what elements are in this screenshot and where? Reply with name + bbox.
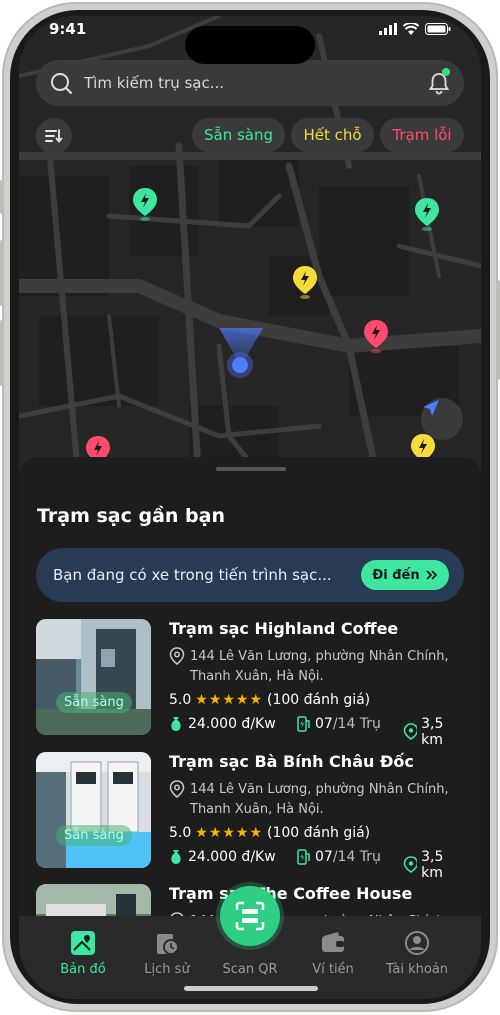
search-bar[interactable]: Tìm kiếm trụ sạc...	[36, 60, 464, 106]
price-value: 24.000 đ/Kw	[188, 716, 276, 732]
search-icon	[51, 73, 72, 94]
station-rating: 5.0 ★★★★★ (100 đánh giá)	[169, 825, 370, 841]
station-name: Trạm sạc The Coffee House	[169, 884, 413, 903]
sort-button[interactable]	[36, 118, 72, 154]
locate-me-button[interactable]	[421, 398, 463, 440]
rating-value: 5.0	[169, 825, 192, 841]
review-count: (100 đánh giá)	[267, 692, 371, 708]
volume-down-button	[0, 320, 4, 386]
station-photo-image	[36, 619, 151, 735]
side-button	[0, 180, 4, 214]
user-location-icon	[219, 328, 263, 378]
tab-map-label: Bản đồ	[60, 962, 106, 977]
signal-icon	[379, 23, 397, 35]
station-price: 24.000 đ/Kw	[169, 849, 276, 865]
station-rating: 5.0 ★★★★★ (100 đánh giá)	[169, 692, 370, 708]
star-rating-icon: ★★★★★	[195, 825, 264, 841]
wallet-icon	[322, 932, 344, 952]
double-chevron-right-icon	[425, 570, 437, 580]
location-pin-icon	[169, 647, 185, 665]
navigation-arrow-icon	[423, 400, 439, 416]
scan-qr-button[interactable]	[220, 886, 280, 946]
charger-icon	[297, 716, 310, 732]
review-count: (100 đánh giá)	[267, 825, 371, 841]
available-ports: 07	[315, 716, 333, 732]
error-station-pin-icon[interactable]	[362, 318, 390, 354]
dynamic-island	[185, 26, 315, 64]
total-ports: /14 Trụ	[332, 716, 381, 732]
station-ports: 07/14 Trụ	[297, 849, 381, 865]
tab-wallet-label: Ví tiền	[312, 962, 354, 977]
power-button	[496, 280, 500, 380]
star-rating-icon: ★★★★★	[195, 692, 264, 708]
money-bag-icon	[171, 717, 181, 731]
station-status-badge: Sẵn sàng	[56, 825, 132, 846]
station-ports: 07/14 Trụ	[297, 716, 381, 732]
battery-icon	[425, 23, 451, 35]
charger-icon	[297, 849, 310, 865]
tab-scan-qr-label: Scan QR	[222, 962, 278, 977]
distance-value: 3,5 km	[421, 849, 444, 881]
tab-history-label: Lịch sử	[144, 962, 190, 977]
available-ports: 07	[315, 849, 333, 865]
wifi-icon	[403, 23, 419, 35]
station-card[interactable]: Sẵn sàng Trạm sạc Highland Coffee 144 Lê…	[36, 619, 464, 748]
tab-account[interactable]: Tài khoản	[377, 930, 457, 977]
filter-chip-ready[interactable]: Sẵn sàng	[192, 118, 285, 152]
ready-station-pin-icon[interactable]	[131, 186, 159, 222]
tab-account-label: Tài khoản	[385, 962, 449, 977]
station-photo: Sẵn sàng	[36, 752, 151, 868]
total-ports: /14 Trụ	[332, 849, 381, 865]
tab-map[interactable]: Bản đồ	[43, 930, 123, 977]
full-station-pin-icon[interactable]	[291, 264, 319, 300]
station-name: Trạm sạc Highland Coffee	[169, 619, 399, 638]
price-value: 24.000 đ/Kw	[188, 849, 276, 865]
app-screen: 9:41 Tìm kiếm trụ sạc... Sẵn sàng Hết ch…	[19, 16, 481, 999]
location-pin-icon	[169, 780, 185, 798]
sheet-drag-handle[interactable]	[216, 467, 286, 471]
map-pin-icon	[403, 723, 418, 740]
qr-scan-icon	[235, 901, 265, 931]
filter-chip-full[interactable]: Hết chỗ	[291, 118, 374, 152]
sort-icon	[45, 129, 63, 143]
volume-up-button	[0, 240, 4, 306]
ready-station-pin-icon[interactable]	[413, 196, 441, 232]
station-photo: Sẵn sàng	[36, 619, 151, 735]
account-icon	[405, 931, 429, 955]
tab-history[interactable]: Lịch sử	[127, 930, 207, 977]
history-icon	[157, 934, 179, 955]
station-price: 24.000 đ/Kw	[169, 716, 276, 732]
distance-value: 3,5 km	[421, 716, 444, 748]
rating-value: 5.0	[169, 692, 192, 708]
filter-chip-error[interactable]: Trạm lỗi	[380, 118, 464, 152]
station-address: 144 Lê Văn Lương, phường Nhân Chính, Tha…	[190, 649, 449, 684]
search-input[interactable]: Tìm kiếm trụ sạc...	[84, 74, 224, 92]
station-status-badge: Sẵn sàng	[56, 692, 132, 713]
station-address: 144 Lê Văn Lương, phường Nhân Chính, Tha…	[190, 782, 449, 817]
station-name: Trạm sạc Bà Bính Châu Đốc	[169, 752, 414, 771]
go-to-label: Đi đến	[372, 567, 420, 583]
station-distance: 3,5 km	[403, 849, 464, 881]
notification-dot	[442, 68, 450, 76]
sheet-title: Trạm sạc gần bạn	[37, 505, 225, 527]
station-card[interactable]: Sẵn sàng Trạm sạc Bà Bính Châu Đốc 144 L…	[36, 752, 464, 881]
station-photo-image	[36, 752, 151, 868]
tab-wallet[interactable]: Ví tiền	[293, 930, 373, 977]
money-bag-icon	[171, 850, 181, 864]
go-to-button[interactable]: Đi đến	[361, 560, 449, 590]
map-icon	[71, 931, 95, 955]
charging-progress-banner: Bạn đang có xe trong tiến trình sạc... Đ…	[36, 548, 464, 602]
status-time: 9:41	[49, 20, 87, 38]
station-distance: 3,5 km	[403, 716, 464, 748]
map-pin-icon	[403, 856, 418, 873]
status-icons	[379, 23, 451, 35]
charging-progress-message: Bạn đang có xe trong tiến trình sạc...	[53, 566, 332, 584]
home-indicator	[184, 986, 318, 991]
